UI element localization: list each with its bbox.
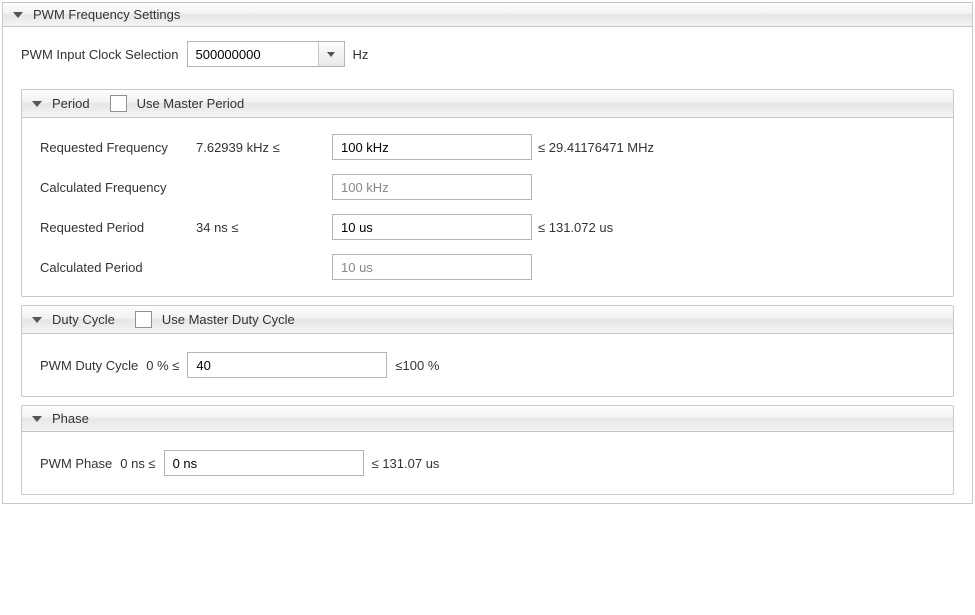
use-master-duty-cycle-checkbox[interactable]	[135, 311, 152, 328]
clock-selection-input[interactable]	[188, 42, 318, 66]
chevron-down-icon	[32, 101, 42, 107]
duty-cycle-form: PWM Duty Cycle 0 % ≤ ≤100 %	[22, 334, 953, 396]
requested-period-min: 34 ns ≤	[196, 220, 326, 235]
calculated-period-field	[332, 254, 532, 280]
pwm-phase-input[interactable]	[164, 450, 364, 476]
pwm-duty-cycle-input[interactable]	[187, 352, 387, 378]
calculated-frequency-label: Calculated Frequency	[40, 180, 190, 195]
requested-period-max: ≤ 131.072 us	[538, 220, 935, 235]
calculated-frequency-field	[332, 174, 532, 200]
calculated-period-label: Calculated Period	[40, 260, 190, 275]
clock-selection-unit: Hz	[353, 47, 369, 62]
use-master-period-label: Use Master Period	[137, 96, 245, 111]
pwm-frequency-settings-panel: PWM Frequency Settings PWM Input Clock S…	[2, 2, 973, 504]
pwm-phase-label: PWM Phase	[40, 456, 112, 471]
chevron-down-icon	[13, 12, 23, 18]
phase-form: PWM Phase 0 ns ≤ ≤ 131.07 us	[22, 432, 953, 494]
use-master-duty-cycle-label: Use Master Duty Cycle	[162, 312, 295, 327]
main-section-header[interactable]: PWM Frequency Settings	[3, 2, 972, 27]
phase-header[interactable]: Phase	[22, 406, 953, 432]
period-panel: Period Use Master Period Requested Frequ…	[21, 89, 954, 297]
period-form: Requested Frequency 7.62939 kHz ≤ ≤ 29.4…	[22, 118, 953, 296]
pwm-phase-min: 0 ns ≤	[120, 456, 155, 471]
dropdown-arrow-icon[interactable]	[318, 42, 344, 66]
duty-cycle-header[interactable]: Duty Cycle Use Master Duty Cycle	[22, 306, 953, 334]
requested-frequency-min: 7.62939 kHz ≤	[196, 140, 326, 155]
phase-panel: Phase PWM Phase 0 ns ≤ ≤ 131.07 us	[21, 405, 954, 495]
clock-selection-label: PWM Input Clock Selection	[21, 47, 179, 62]
period-header[interactable]: Period Use Master Period	[22, 90, 953, 118]
use-master-period-checkbox[interactable]	[110, 95, 127, 112]
main-section-title: PWM Frequency Settings	[33, 7, 180, 22]
requested-period-input[interactable]	[332, 214, 532, 240]
pwm-duty-cycle-max: ≤100 %	[395, 358, 439, 373]
duty-cycle-panel: Duty Cycle Use Master Duty Cycle PWM Dut…	[21, 305, 954, 397]
pwm-phase-max: ≤ 131.07 us	[372, 456, 440, 471]
pwm-duty-cycle-label: PWM Duty Cycle	[40, 358, 138, 373]
main-section-body: PWM Input Clock Selection Hz	[3, 27, 972, 81]
clock-selection-dropdown[interactable]	[187, 41, 345, 67]
duty-cycle-title: Duty Cycle	[52, 312, 115, 327]
requested-frequency-label: Requested Frequency	[40, 140, 190, 155]
requested-frequency-max: ≤ 29.41176471 MHz	[538, 140, 935, 155]
chevron-down-icon	[32, 416, 42, 422]
chevron-down-icon	[32, 317, 42, 323]
requested-frequency-input[interactable]	[332, 134, 532, 160]
requested-period-label: Requested Period	[40, 220, 190, 235]
period-title: Period	[52, 96, 90, 111]
pwm-duty-cycle-min: 0 % ≤	[146, 358, 179, 373]
phase-title: Phase	[52, 411, 89, 426]
